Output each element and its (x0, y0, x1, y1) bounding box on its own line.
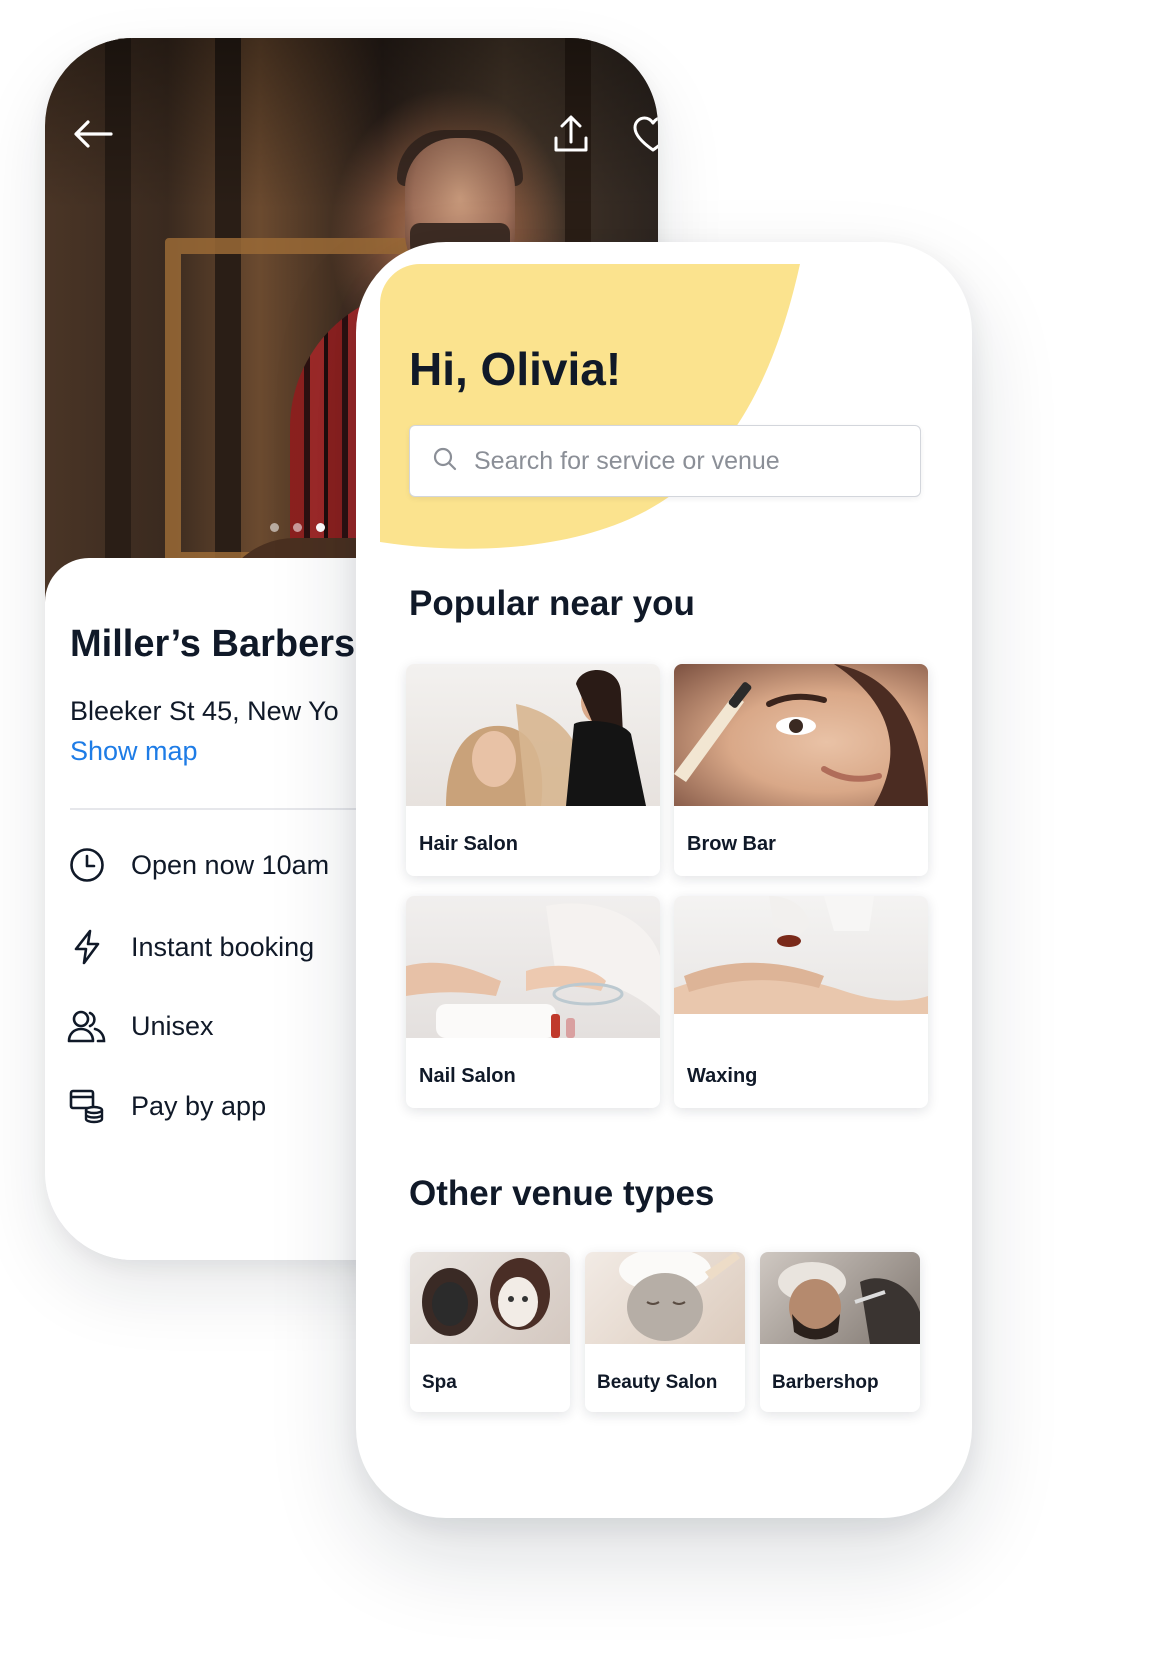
feature-label: Unisex (131, 1010, 214, 1041)
category-label: Nail Salon (419, 1065, 516, 1087)
carousel-dot[interactable] (270, 523, 279, 532)
category-card-brow-bar[interactable]: Brow Bar (674, 664, 928, 876)
venue-type-card-barbershop[interactable]: Barbershop (760, 1252, 920, 1412)
search-input[interactable]: Search for service or venue (409, 425, 921, 497)
feature-label: Pay by app (131, 1090, 267, 1121)
feature-pay-by-app: Pay by app (67, 1086, 266, 1126)
search-icon (432, 446, 458, 477)
venue-type-card-spa[interactable]: Spa (410, 1252, 570, 1412)
heart-icon[interactable] (627, 108, 658, 160)
category-card-waxing[interactable]: Waxing (674, 896, 928, 1108)
greeting-title: Hi, Olivia! (409, 343, 622, 395)
waxing-image (674, 896, 928, 1038)
venue-address: Bleeker St 45, New Yo (70, 696, 339, 726)
venue-name: Miller’s Barbers (70, 623, 356, 665)
share-icon[interactable] (545, 108, 597, 160)
venue-type-label: Spa (422, 1372, 457, 1393)
venue-type-card-beauty-salon[interactable]: Beauty Salon (585, 1252, 745, 1412)
feature-instant-booking: Instant booking (67, 927, 314, 967)
beauty-salon-image (585, 1252, 745, 1344)
venue-type-label: Barbershop (772, 1372, 879, 1393)
category-label: Brow Bar (687, 833, 776, 855)
feature-label: Open now 10am (131, 849, 330, 880)
header-accent-shape (380, 264, 800, 549)
popular-section-title: Popular near you (409, 584, 695, 623)
other-venues-section-title: Other venue types (409, 1174, 715, 1213)
feature-label: Instant booking (131, 931, 315, 962)
show-map-link[interactable]: Show map (70, 736, 198, 767)
category-card-nail-salon[interactable]: Nail Salon (406, 896, 660, 1108)
pay-by-app-icon (67, 1086, 107, 1126)
feature-unisex: Unisex (67, 1006, 214, 1046)
category-card-hair-salon[interactable]: Hair Salon (406, 664, 660, 876)
category-label: Hair Salon (419, 833, 518, 855)
carousel-dot-active[interactable] (316, 523, 325, 532)
nail-salon-image (406, 896, 660, 1038)
feature-open-hours: Open now 10am (67, 845, 329, 885)
spa-image (410, 1252, 570, 1344)
category-label: Waxing (687, 1065, 758, 1087)
clock-icon (67, 845, 107, 885)
users-icon (67, 1006, 107, 1046)
barbershop-image (760, 1252, 920, 1344)
search-placeholder: Search for service or venue (474, 446, 780, 475)
brow-bar-image (674, 664, 928, 806)
hair-salon-image (406, 664, 660, 806)
venue-type-label: Beauty Salon (597, 1372, 718, 1393)
home-screen: Hi, Olivia! Search for service or venue … (356, 242, 972, 1518)
lightning-icon (67, 927, 107, 967)
carousel-dot[interactable] (293, 523, 302, 532)
carousel-dots[interactable] (270, 523, 325, 532)
back-arrow-icon[interactable] (67, 108, 119, 160)
